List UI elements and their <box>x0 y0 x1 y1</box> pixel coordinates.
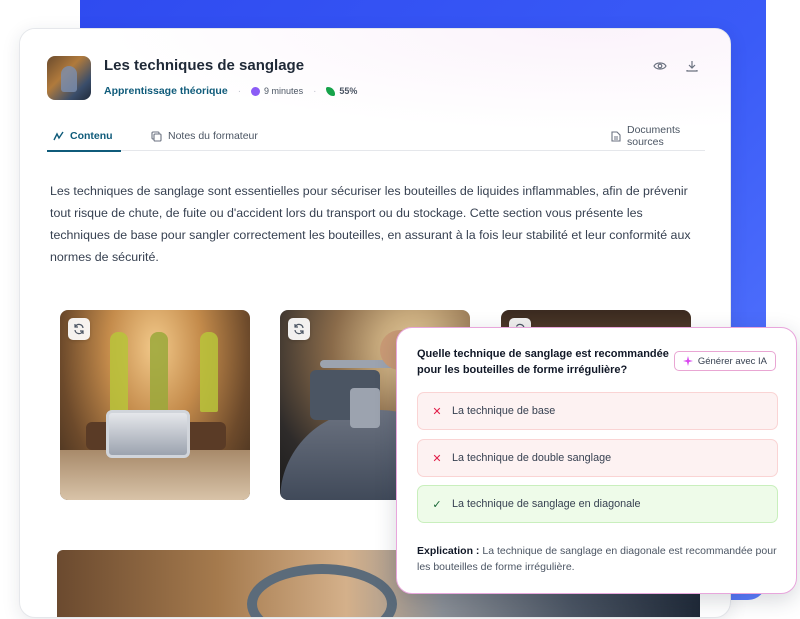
quiz-option[interactable]: ✕ La technique de base <box>417 392 778 430</box>
image-detail <box>106 410 190 458</box>
progress-text: 55% <box>339 86 358 96</box>
lesson-progress: 55% <box>326 86 357 96</box>
document-icon <box>611 130 621 142</box>
check-icon: ✓ <box>432 498 442 511</box>
duration-text: 9 minutes <box>264 86 304 96</box>
option-label: La technique de sanglage en diagonale <box>452 498 641 510</box>
option-label: La technique de double sanglage <box>452 452 612 464</box>
timer-icon <box>251 86 261 96</box>
image-detail <box>110 332 128 412</box>
sparkle-icon <box>682 356 693 366</box>
quiz-question: Quelle technique de sanglage est recomma… <box>417 348 669 376</box>
download-icon[interactable] <box>684 59 700 73</box>
lesson-title: Les techniques de sanglage <box>104 57 305 74</box>
image-detail <box>150 332 168 412</box>
lesson-thumbnail <box>47 56 91 100</box>
image-detail <box>350 388 380 428</box>
image-detail <box>247 564 397 617</box>
lesson-tabs: Contenu Notes du formateur Documents sou… <box>47 121 705 152</box>
refresh-icon <box>74 323 84 335</box>
refresh-icon <box>294 323 304 335</box>
quiz-explanation: Explication : La technique de sanglage e… <box>417 543 779 575</box>
cross-icon: ✕ <box>432 452 442 465</box>
tab-contenu[interactable]: Contenu <box>47 125 121 152</box>
eye-icon[interactable] <box>652 59 668 73</box>
generate-ai-label: Générer avec IA <box>697 355 767 367</box>
tab-label: Notes du formateur <box>168 130 258 142</box>
explanation-label: Explication : <box>417 545 480 557</box>
quiz-option[interactable]: ✓ La technique de sanglage en diagonale <box>417 485 778 523</box>
quiz-panel: Quelle technique de sanglage est recomma… <box>396 327 797 594</box>
intro-paragraph: Les techniques de sanglage sont essentie… <box>50 184 691 264</box>
regenerate-image-button[interactable] <box>68 318 90 340</box>
content-icon <box>53 131 64 142</box>
meta-separator: · <box>313 85 317 97</box>
lesson-duration: 9 minutes <box>251 86 303 96</box>
meta-separator: · <box>237 85 242 97</box>
notes-icon <box>151 130 162 142</box>
header-actions <box>652 59 700 73</box>
cross-icon: ✕ <box>432 405 442 418</box>
lesson-category: Apprentissage théorique <box>104 85 228 97</box>
generate-ai-button[interactable]: Générer avec IA <box>673 351 776 371</box>
tab-label: Documents sources <box>627 124 681 148</box>
regenerate-image-button[interactable] <box>288 318 310 340</box>
tab-notes-formateur[interactable]: Notes du formateur <box>151 125 258 147</box>
image-detail <box>200 332 218 412</box>
option-label: La technique de base <box>452 405 556 417</box>
tab-label: Contenu <box>70 130 113 142</box>
lesson-meta: Apprentissage théorique · 9 minutes · 55… <box>104 85 357 97</box>
progress-icon <box>326 86 336 96</box>
tab-documents-sources[interactable]: Documents sources <box>611 124 705 148</box>
quiz-option[interactable]: ✕ La technique de double sanglage <box>417 439 778 477</box>
image-strap-buckle <box>60 310 250 500</box>
